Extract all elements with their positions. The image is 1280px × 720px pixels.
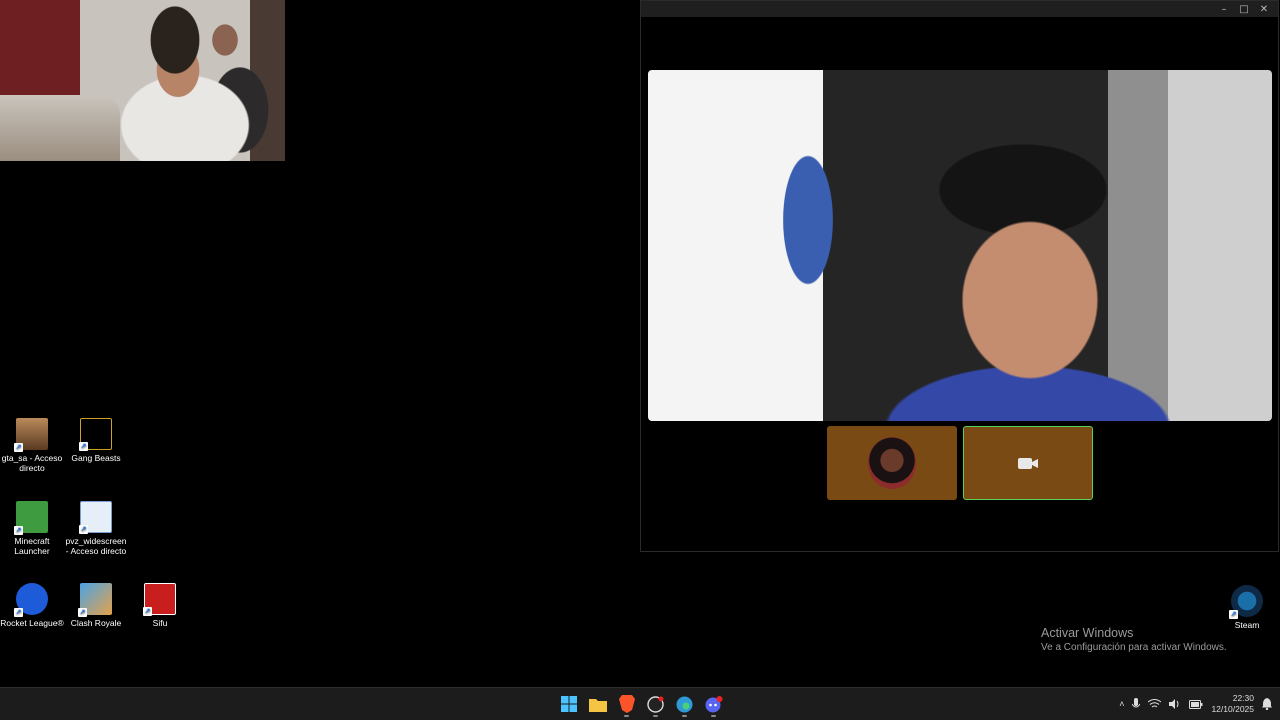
shortcut-arrow-icon: ↗ bbox=[14, 526, 23, 535]
shortcut-arrow-icon: ↗ bbox=[1229, 610, 1238, 619]
activation-watermark: Activar Windows Ve a Configuración para … bbox=[1041, 626, 1227, 653]
desktop-icon-label: Minecraft Launcher bbox=[14, 536, 50, 556]
desktop-icon-label: pvz_widescreen - Acceso directo bbox=[65, 536, 127, 556]
participant-thumbnail[interactable] bbox=[827, 426, 957, 500]
windows-start-icon bbox=[560, 696, 577, 712]
window-controls: – □ ✕ bbox=[1214, 1, 1274, 17]
webcam-background bbox=[0, 95, 120, 161]
taskbar-obs[interactable] bbox=[643, 690, 668, 718]
gta-sa-icon: ↗ bbox=[14, 418, 48, 452]
clock-time: 22:30 bbox=[1232, 693, 1254, 703]
shortcut-arrow-icon: ↗ bbox=[14, 608, 23, 617]
running-indicator bbox=[653, 715, 658, 717]
running-indicator bbox=[711, 715, 716, 717]
shortcut-arrow-icon: ↗ bbox=[143, 607, 152, 616]
maximize-button[interactable]: □ bbox=[1234, 1, 1254, 17]
watermark-title: Activar Windows bbox=[1041, 626, 1134, 640]
main-video-feed[interactable] bbox=[648, 70, 1272, 421]
running-indicator bbox=[624, 715, 629, 717]
desktop-icon-gta-sa[interactable]: ↗ gta_sa - Acceso directo bbox=[0, 418, 64, 473]
clock-date: 12/10/2025 bbox=[1211, 704, 1254, 714]
window-titlebar[interactable]: – □ ✕ bbox=[641, 1, 1278, 17]
participant-avatar bbox=[868, 437, 916, 489]
sifu-icon: ↗ bbox=[143, 583, 176, 616]
taskbar-brave[interactable] bbox=[614, 690, 639, 718]
obs-icon bbox=[647, 695, 664, 713]
pvz-icon: ↗ bbox=[79, 501, 112, 534]
file-explorer-icon bbox=[588, 698, 607, 712]
battery-icon[interactable] bbox=[1189, 699, 1203, 709]
desktop-icon-sifu[interactable]: ↗ Sifu bbox=[128, 583, 192, 628]
rocket-league-icon: ↗ bbox=[14, 583, 48, 617]
desktop-icon-gang-beasts[interactable]: ↗ Gang Beasts bbox=[64, 418, 128, 463]
taskbar-edge[interactable] bbox=[672, 690, 697, 718]
desktop-icon-label: Sifu bbox=[152, 618, 168, 628]
gang-beasts-icon: ↗ bbox=[79, 418, 112, 451]
running-indicator bbox=[682, 715, 687, 717]
edge-icon bbox=[676, 696, 693, 712]
self-video-thumbnail[interactable] bbox=[963, 426, 1093, 500]
microphone-icon[interactable] bbox=[1132, 698, 1141, 710]
brave-browser-icon bbox=[618, 695, 635, 713]
system-tray: ˄ 22:30 12/10/2025 bbox=[1119, 688, 1272, 720]
desktop-icon-label: Rocket League® bbox=[0, 618, 64, 628]
volume-icon[interactable] bbox=[1169, 699, 1181, 709]
discord-icon bbox=[705, 695, 722, 712]
taskbar-file-explorer[interactable] bbox=[585, 690, 610, 718]
desktop-icon-rocket-league[interactable]: ↗ Rocket League® bbox=[0, 583, 64, 628]
desktop-icon-pvz[interactable]: ↗ pvz_widescreen - Acceso directo bbox=[64, 501, 128, 556]
shortcut-arrow-icon: ↗ bbox=[78, 608, 87, 617]
start-button[interactable] bbox=[556, 690, 581, 718]
clash-royale-icon: ↗ bbox=[78, 583, 112, 617]
chevron-up-icon[interactable]: ˄ bbox=[1119, 699, 1124, 709]
desktop-icon-clash-royale[interactable]: ↗ Clash Royale bbox=[64, 583, 128, 628]
steam-icon: ↗ bbox=[1229, 585, 1263, 619]
shortcut-arrow-icon: ↗ bbox=[79, 442, 88, 451]
desktop-icon-minecraft[interactable]: ↗ Minecraft Launcher bbox=[0, 501, 64, 556]
video-call-window: – □ ✕ bbox=[640, 0, 1279, 552]
close-button[interactable]: ✕ bbox=[1254, 1, 1274, 17]
desktop-icon-label: gta_sa - Acceso directo bbox=[1, 453, 63, 473]
desktop-icon-steam[interactable]: ↗ Steam bbox=[1215, 585, 1279, 630]
taskbar: ˄ 22:30 12/10/2025 bbox=[0, 687, 1280, 720]
minimize-button[interactable]: – bbox=[1214, 1, 1234, 17]
watermark-subtitle: Ve a Configuración para activar Windows. bbox=[1041, 642, 1227, 653]
wifi-icon[interactable] bbox=[1148, 699, 1162, 709]
camera-icon bbox=[1018, 458, 1038, 469]
desktop-icon-label: Clash Royale bbox=[70, 618, 122, 628]
notification-bell-icon[interactable] bbox=[1262, 698, 1272, 710]
minecraft-icon: ↗ bbox=[14, 501, 48, 535]
taskbar-apps bbox=[556, 688, 726, 720]
taskbar-discord[interactable] bbox=[701, 690, 726, 718]
desktop-icon-label: Gang Beasts bbox=[71, 453, 121, 463]
taskbar-clock[interactable]: 22:30 12/10/2025 bbox=[1211, 693, 1254, 715]
shortcut-arrow-icon: ↗ bbox=[14, 443, 23, 452]
participant-thumbnails bbox=[827, 426, 1093, 500]
webcam-overlay bbox=[0, 0, 285, 161]
shortcut-arrow-icon: ↗ bbox=[79, 525, 88, 534]
desktop-icon-label: Steam bbox=[1234, 620, 1260, 630]
